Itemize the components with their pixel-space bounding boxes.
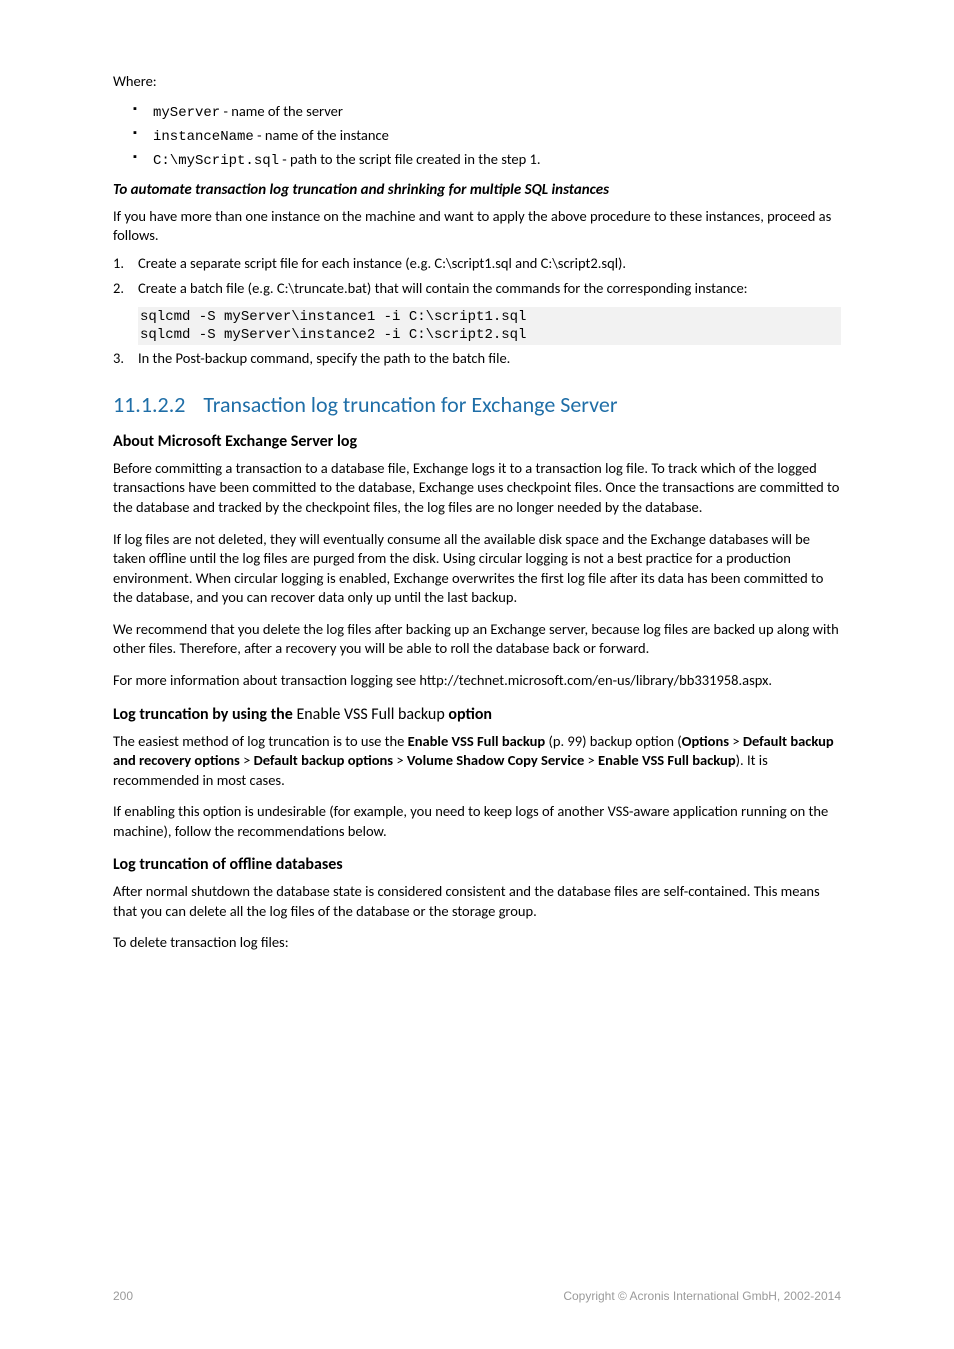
bold-text: Volume Shadow Copy Service xyxy=(407,751,584,769)
bold-text: Enable VSS Full backup xyxy=(408,732,546,750)
list-text: - name of the server xyxy=(220,102,343,120)
subheading: Log truncation of offline databases xyxy=(113,855,841,874)
bold-text: Default backup options xyxy=(254,751,394,769)
paragraph: For more information about transaction l… xyxy=(113,671,841,691)
text-span: (p. 99) backup option ( xyxy=(545,732,681,750)
list-text: - name of the instance xyxy=(254,126,389,144)
numbered-list: Create a separate script file for each i… xyxy=(113,254,841,299)
text-span: > xyxy=(729,732,743,750)
paragraph: If you have more than one instance on th… xyxy=(113,207,841,246)
list-item: instanceName - name of the instance xyxy=(133,124,841,148)
paragraph: To delete transaction log files: xyxy=(113,933,841,953)
text-span: > xyxy=(393,751,407,769)
list-text: In the Post-backup command, specify the … xyxy=(138,349,510,367)
paragraph: We recommend that you delete the log fil… xyxy=(113,620,841,659)
list-item: myServer - name of the server xyxy=(133,100,841,124)
section-number: 11.1.2.2 xyxy=(113,391,185,418)
subheading-part: Log truncation by using the xyxy=(113,705,296,724)
list-text: Create a batch file (e.g. C:\truncate.ba… xyxy=(138,279,748,297)
numbered-list-cont: In the Post-backup command, specify the … xyxy=(113,349,841,369)
where-list: myServer - name of the server instanceNa… xyxy=(133,100,841,173)
code-inline: instanceName xyxy=(153,129,254,145)
list-item: Create a batch file (e.g. C:\truncate.ba… xyxy=(113,279,841,299)
section-heading: 11.1.2.2 Transaction log truncation for E… xyxy=(113,391,841,418)
text-span: > xyxy=(240,751,254,769)
subsection-heading: To automate transaction log truncation a… xyxy=(113,181,841,199)
paragraph: After normal shutdown the database state… xyxy=(113,882,841,921)
section-title: Transaction log truncation for Exchange … xyxy=(203,391,617,418)
code-block: sqlcmd -S myServer\instance1 -i C:\scrip… xyxy=(138,307,841,345)
list-item: Create a separate script file for each i… xyxy=(113,254,841,274)
paragraph: If log files are not deleted, they will … xyxy=(113,530,841,608)
paragraph: The easiest method of log truncation is … xyxy=(113,732,841,791)
subheading: About Microsoft Exchange Server log xyxy=(113,432,841,451)
list-text: - path to the script file created in the… xyxy=(279,150,541,168)
bold-text: Enable VSS Full backup xyxy=(598,751,736,769)
copyright-text: Copyright © Acronis International GmbH, … xyxy=(563,1289,841,1303)
paragraph: Before committing a transaction to a dat… xyxy=(113,459,841,518)
code-inline: myServer xyxy=(153,105,220,121)
where-label: Where: xyxy=(113,72,841,92)
page-number: 200 xyxy=(113,1289,133,1303)
code-inline: C:\myScript.sql xyxy=(153,153,279,169)
paragraph: If enabling this option is undesirable (… xyxy=(113,802,841,841)
subheading-part: option xyxy=(445,705,492,724)
subheading: Log truncation by using the Enable VSS F… xyxy=(113,705,841,724)
list-item: In the Post-backup command, specify the … xyxy=(113,349,841,369)
subheading-part: Enable VSS Full backup xyxy=(296,705,444,724)
text-span: > xyxy=(584,751,598,769)
page-footer: 200 Copyright © Acronis International Gm… xyxy=(113,1289,841,1303)
list-text: Create a separate script file for each i… xyxy=(138,254,626,272)
list-item: C:\myScript.sql - path to the script fil… xyxy=(133,148,841,172)
text-span: The easiest method of log truncation is … xyxy=(113,732,408,750)
bold-text: Options xyxy=(682,732,729,750)
